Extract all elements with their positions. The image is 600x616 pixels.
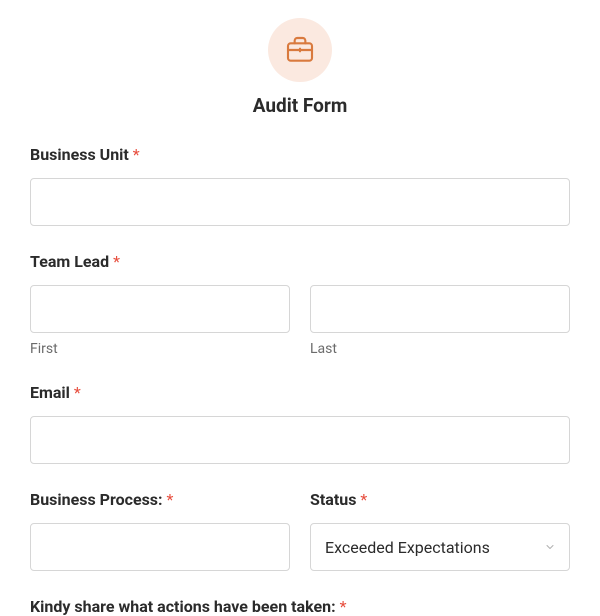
business-unit-label-text: Business Unit: [30, 145, 129, 164]
status-label: Status *: [310, 490, 570, 509]
business-unit-label: Business Unit *: [30, 145, 570, 164]
email-input[interactable]: [30, 416, 570, 464]
last-sublabel: Last: [310, 341, 570, 357]
form-header: Audit Form: [30, 0, 570, 117]
required-mark: *: [360, 490, 367, 509]
form-title: Audit Form: [253, 94, 348, 117]
first-sublabel: First: [30, 341, 290, 357]
team-lead-label: Team Lead *: [30, 252, 570, 271]
business-process-label: Business Process: *: [30, 490, 290, 509]
business-process-label-text: Business Process:: [30, 490, 163, 509]
team-lead-first-input[interactable]: [30, 285, 290, 333]
required-mark: *: [133, 145, 140, 164]
business-unit-input[interactable]: [30, 178, 570, 226]
field-team-lead: Team Lead * First Last: [30, 252, 570, 357]
business-process-input[interactable]: [30, 523, 290, 571]
field-email: Email *: [30, 383, 570, 464]
required-mark: *: [113, 252, 120, 271]
status-selected-value: Exceeded Expectations: [325, 538, 490, 557]
email-label-text: Email: [30, 383, 70, 402]
status-select[interactable]: Exceeded Expectations: [310, 523, 570, 571]
required-mark: *: [167, 490, 174, 509]
field-business-unit: Business Unit *: [30, 145, 570, 226]
email-label: Email *: [30, 383, 570, 402]
field-row-process-status: Business Process: * Status * Exceeded Ex…: [30, 490, 570, 571]
status-label-text: Status: [310, 490, 356, 509]
team-lead-last-input[interactable]: [310, 285, 570, 333]
team-lead-label-text: Team Lead: [30, 252, 109, 271]
briefcase-icon-container: [268, 18, 332, 82]
briefcase-icon: [284, 34, 316, 66]
required-mark: *: [74, 383, 81, 402]
